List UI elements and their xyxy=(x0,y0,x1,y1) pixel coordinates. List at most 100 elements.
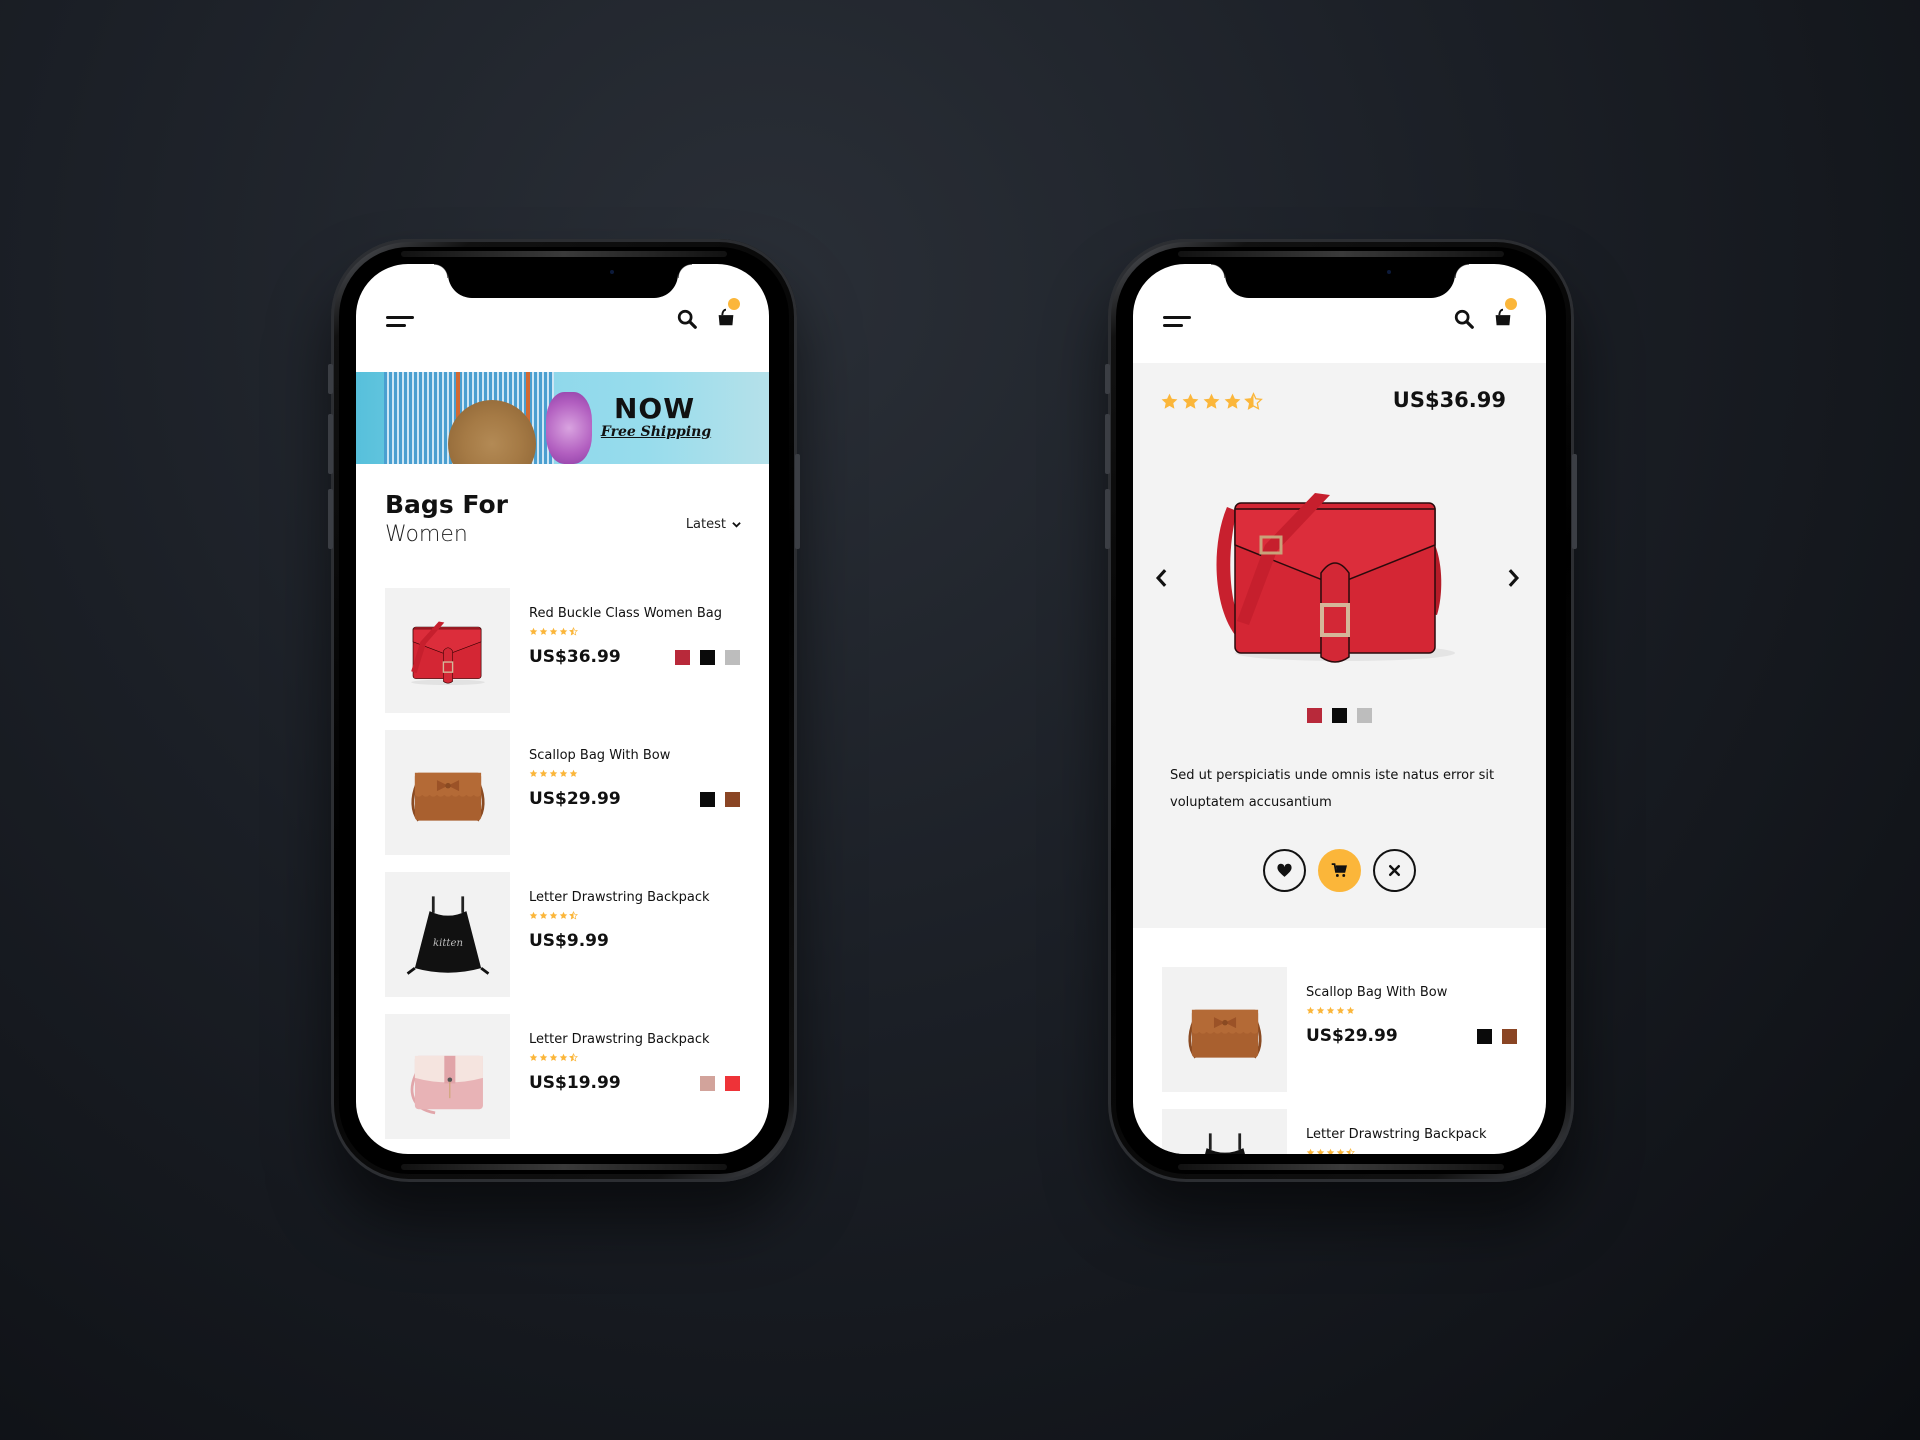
product-price: US$29.99 xyxy=(529,789,621,809)
phone-volume-down xyxy=(1105,489,1110,549)
cart-icon xyxy=(1331,863,1348,877)
heart-icon xyxy=(1277,863,1292,877)
product-info: Red Buckle Class Women Bag US$36.99 xyxy=(529,606,740,667)
star-full-icon xyxy=(539,1053,548,1061)
product-list-item[interactable]: kitten Letter Drawstring Backpack US$9.9… xyxy=(385,872,740,1014)
phone-volume-up xyxy=(328,414,333,474)
product-thumbnail[interactable] xyxy=(385,588,510,713)
phone-power-button xyxy=(795,454,800,549)
product-thumbnail[interactable] xyxy=(385,1014,510,1139)
product-price: US$36.99 xyxy=(529,647,621,667)
notch xyxy=(1211,264,1469,298)
promo-banner[interactable]: NOW Free Shipping xyxy=(356,372,769,464)
product-info: Scallop Bag With Bow US$29.99 xyxy=(1306,985,1517,1046)
color-swatch[interactable] xyxy=(725,1075,740,1091)
product-rating xyxy=(529,627,740,637)
color-swatch[interactable] xyxy=(1307,708,1322,723)
color-swatch[interactable] xyxy=(675,649,690,665)
product-price: US$29.99 xyxy=(1306,1026,1398,1046)
svg-text:kitten: kitten xyxy=(433,938,463,949)
star-full-icon xyxy=(559,769,568,777)
star-full-icon xyxy=(539,627,548,635)
product-rating xyxy=(529,911,740,921)
shopping-bag-icon[interactable] xyxy=(715,298,740,330)
product-thumbnail[interactable] xyxy=(385,730,510,855)
page-title-line1: Bags For xyxy=(385,490,508,519)
color-swatch[interactable] xyxy=(1357,708,1372,723)
color-swatch[interactable] xyxy=(725,649,740,665)
product-price: US$9.99 xyxy=(529,931,609,951)
camera xyxy=(610,270,614,274)
star-full-icon xyxy=(1182,393,1199,409)
phone-side-button xyxy=(328,364,333,394)
hamburger-menu-icon[interactable] xyxy=(1163,316,1191,328)
product-thumbnail[interactable]: kitten xyxy=(385,872,510,997)
star-full-icon xyxy=(1161,393,1178,409)
star-full-icon xyxy=(1316,1148,1325,1154)
product-thumbnail[interactable]: kitten xyxy=(1162,1109,1287,1154)
price-row: US$9.99 xyxy=(529,931,740,951)
close-icon xyxy=(1389,865,1400,876)
star-full-icon xyxy=(529,769,538,777)
color-swatch[interactable] xyxy=(1502,1028,1517,1044)
star-half-icon xyxy=(569,627,578,636)
product-name[interactable]: Letter Drawstring Backpack xyxy=(529,1032,740,1047)
banner-photo xyxy=(526,372,530,422)
sort-selected: Latest xyxy=(685,517,726,532)
product-name[interactable]: Scallop Bag With Bow xyxy=(529,748,740,763)
product-list-item[interactable]: Red Buckle Class Women Bag US$36.99 xyxy=(385,588,740,730)
product-list-item[interactable]: Letter Drawstring Backpack US$19.99 xyxy=(385,1014,740,1154)
product-rating xyxy=(529,1053,740,1063)
product-list: Red Buckle Class Women Bag US$36.99 Scal… xyxy=(385,588,740,1154)
color-swatches xyxy=(1133,708,1546,723)
star-half-icon xyxy=(569,1053,578,1062)
product-rating xyxy=(1306,1006,1517,1016)
color-swatch[interactable] xyxy=(725,791,740,807)
product-list-item[interactable]: Scallop Bag With Bow US$29.99 xyxy=(385,730,740,872)
color-swatch[interactable] xyxy=(700,649,715,665)
product-image[interactable] xyxy=(1205,475,1475,665)
frame-highlight xyxy=(401,251,727,257)
color-swatch[interactable] xyxy=(700,1075,715,1091)
product-rating xyxy=(1160,392,1263,411)
color-swatch[interactable] xyxy=(1477,1028,1492,1044)
product-rating xyxy=(529,769,740,779)
banner-headline: NOW xyxy=(614,392,696,425)
sort-dropdown[interactable]: Latest xyxy=(686,517,741,532)
shopping-bag-icon[interactable] xyxy=(1492,298,1517,330)
color-swatches xyxy=(675,649,740,665)
search-icon[interactable] xyxy=(676,308,698,330)
star-full-icon xyxy=(1316,1006,1325,1014)
add-to-cart-button[interactable] xyxy=(1318,849,1361,892)
star-full-icon xyxy=(569,769,578,777)
product-list-item[interactable]: Scallop Bag With Bow US$29.99 xyxy=(1162,967,1517,1109)
product-info: Letter Drawstring Backpack US$9.99 xyxy=(529,890,740,951)
dismiss-button[interactable] xyxy=(1373,849,1416,892)
wishlist-button[interactable] xyxy=(1263,849,1306,892)
hamburger-menu-icon[interactable] xyxy=(386,316,414,328)
search-icon[interactable] xyxy=(1453,308,1475,330)
star-full-icon xyxy=(539,911,548,919)
product-name[interactable]: Scallop Bag With Bow xyxy=(1306,985,1517,1000)
detail-screen: US$36.99 Sed ut perspiciatis unde omnis … xyxy=(1133,264,1546,1154)
star-half-icon xyxy=(1346,1148,1355,1154)
product-list-item[interactable]: kitten Letter Drawstring Backpack xyxy=(1162,1109,1517,1154)
color-swatches xyxy=(1477,1028,1517,1044)
product-rating xyxy=(1306,1148,1517,1154)
product-name[interactable]: Red Buckle Class Women Bag xyxy=(529,606,740,621)
notch xyxy=(434,264,692,298)
star-full-icon xyxy=(1326,1148,1335,1154)
product-price: US$19.99 xyxy=(529,1073,621,1093)
page-title: Bags For Women xyxy=(385,490,508,550)
product-name[interactable]: Letter Drawstring Backpack xyxy=(529,890,740,905)
page-title-line2: Women xyxy=(385,522,468,547)
frame-highlight xyxy=(401,1164,727,1170)
chevron-left-icon[interactable] xyxy=(1151,563,1173,593)
product-thumbnail[interactable] xyxy=(1162,967,1287,1092)
color-swatch[interactable] xyxy=(700,791,715,807)
product-info: Scallop Bag With Bow US$29.99 xyxy=(529,748,740,809)
chevron-right-icon[interactable] xyxy=(1502,563,1524,593)
price-row: US$36.99 xyxy=(529,647,740,667)
color-swatch[interactable] xyxy=(1332,708,1347,723)
product-name[interactable]: Letter Drawstring Backpack xyxy=(1306,1127,1517,1142)
